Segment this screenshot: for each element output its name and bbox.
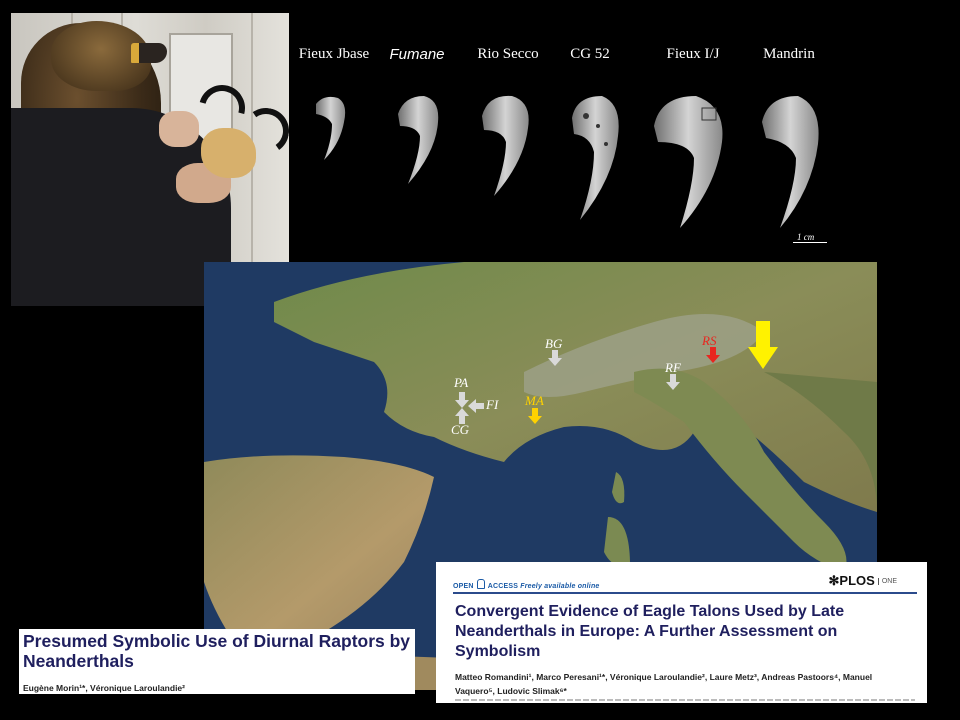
site-arrow-pa xyxy=(455,392,469,408)
eagle-beak xyxy=(131,43,167,63)
journal-name: PLOS xyxy=(839,573,875,588)
handler-hand xyxy=(159,111,199,147)
talon-bone-rio-secco xyxy=(482,95,529,196)
open-access-badge: OPEN ACCESS Freely available online xyxy=(453,579,600,590)
open-lock-icon xyxy=(476,579,485,589)
freely-available-text: Freely available online xyxy=(520,583,600,590)
paper-authors: Matteo Romandini¹, Marco Peresani¹*, Vér… xyxy=(455,672,873,696)
site-label-rs: RS xyxy=(702,333,717,348)
affiliation-lines xyxy=(455,699,915,701)
site-label-cg: CG xyxy=(451,422,470,437)
site-label-pa: PA xyxy=(454,375,469,390)
plos-logo-glyph-icon: ✻ xyxy=(828,573,840,588)
talon-label-fieux-ij: Fieux I/J xyxy=(666,46,720,62)
talon-bone-fieux-ij xyxy=(654,96,723,228)
plos-one-logo: ✻PLOS ONE xyxy=(829,573,897,589)
open-access-suffix: ACCESS xyxy=(487,583,519,590)
header-rule xyxy=(453,592,917,594)
talon-bone-cg52 xyxy=(572,96,619,220)
talon-label-cg52: CG 52 xyxy=(570,46,610,62)
site-arrow-ma xyxy=(528,408,542,424)
paper-authors: Eugène Morin¹*, Véronique Laroulandie² xyxy=(23,683,185,693)
site-label-rf: RF xyxy=(665,360,681,375)
site-arrow-rf xyxy=(666,374,680,390)
talon-bone-mandrin xyxy=(762,96,819,228)
site-label-bg: BG xyxy=(545,336,563,351)
talon-bone-fumane xyxy=(398,96,439,184)
paper-title: Presumed Symbolic Use of Diurnal Raptors… xyxy=(23,631,411,671)
site-label-fi: FI xyxy=(486,397,499,412)
paper-title: Convergent Evidence of Eagle Talons Used… xyxy=(455,603,845,660)
paper-card-romandini: OPEN ACCESS Freely available online ✻PLO… xyxy=(436,562,927,703)
talon-bone-fieux-jbase xyxy=(316,96,346,160)
scale-label: 1 cm xyxy=(797,232,815,242)
open-access-prefix: OPEN xyxy=(453,583,474,590)
site-arrow-fi xyxy=(468,399,484,413)
site-arrow-rs xyxy=(706,347,720,363)
journal-suffix: ONE xyxy=(877,578,897,585)
handler-arm xyxy=(11,108,231,306)
talon-label-mandrin: Mandrin xyxy=(763,46,815,62)
scale-bar xyxy=(793,242,827,243)
highlight-arrow xyxy=(748,321,778,369)
paper-card-morin: Presumed Symbolic Use of Diurnal Raptors… xyxy=(19,629,415,694)
site-arrow-bg xyxy=(548,350,562,366)
site-label-ma: MA xyxy=(525,393,544,408)
